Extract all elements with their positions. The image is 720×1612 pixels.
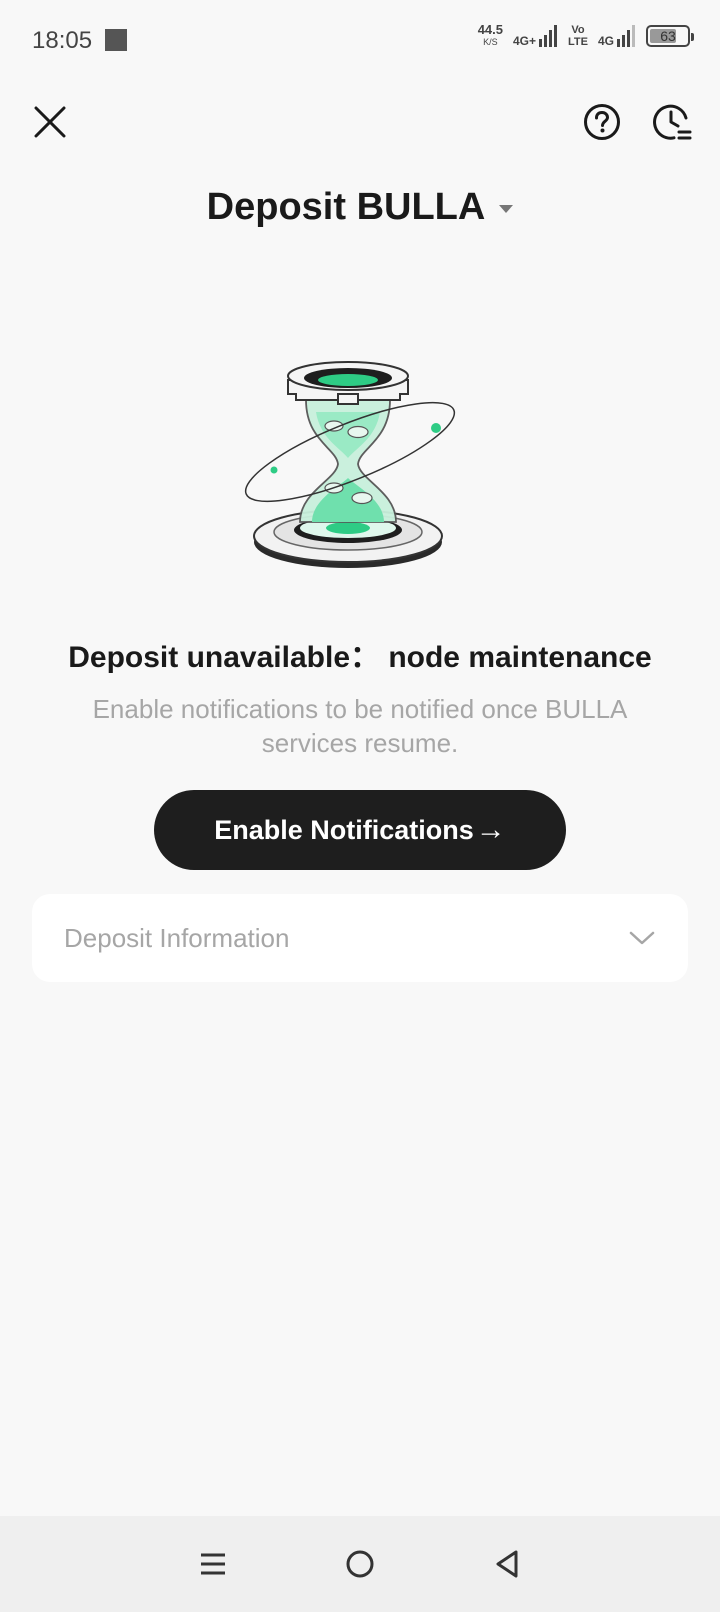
maintenance-headline: Deposit unavailable： node maintenance [68,641,652,674]
menu-icon [201,1553,226,1575]
close-button[interactable] [28,100,72,144]
volte-top: Vo [571,24,585,36]
enable-notifications-label: Enable Notifications [214,814,474,845]
volte-bottom: LTE [568,36,588,48]
enable-notifications-button[interactable]: Enable Notifications → [154,790,566,870]
signal-bars-icon [539,25,558,47]
hourglass-illustration [244,361,456,568]
net-speed-unit: K/S [483,37,498,47]
signal1-label: 4G+ [513,34,537,48]
battery-icon: 63 [646,25,694,47]
home-icon [346,1550,374,1578]
page-title: Deposit BULLA [206,186,486,228]
status-indicators: 44.5 K/S 4G+ Vo LTE 4G 63 [477,22,694,48]
back-icon [496,1550,518,1578]
chevron-down-icon [629,931,655,945]
back-button[interactable] [485,1542,529,1586]
notification-icon [105,29,127,51]
caret-down-icon [499,204,514,213]
help-button[interactable] [580,100,624,144]
history-icon [653,104,692,140]
status-bar: 18:05 44.5 K/S 4G+ Vo LTE 4G 63 [0,0,720,80]
signal-bars-2-icon [617,25,635,47]
home-button[interactable] [338,1542,382,1586]
deposit-information-toggle[interactable]: Deposit Information [32,894,688,982]
status-time: 18:05 [32,27,93,54]
coin-selector[interactable]: Deposit BULLA [0,186,720,229]
maintenance-subtext: Enable notifications to be notified once… [92,694,628,758]
signal-4g-plus: 4G+ [513,25,558,47]
net-speed-value: 44.5 [477,22,503,37]
menu-button[interactable] [191,1542,235,1586]
arrow-right-icon: → [475,813,506,846]
signal2-label: 4G [597,34,614,48]
signal-4g: 4G [598,25,636,47]
volte-indicator: Vo LTE [568,24,588,48]
help-icon [584,104,620,140]
history-button[interactable] [650,100,694,144]
deposit-information-label: Deposit Information [64,922,290,953]
battery-level: 63 [660,28,676,44]
net-speed: 44.5 K/S [477,22,503,48]
close-icon [34,106,66,138]
system-nav-bar [0,1516,720,1612]
